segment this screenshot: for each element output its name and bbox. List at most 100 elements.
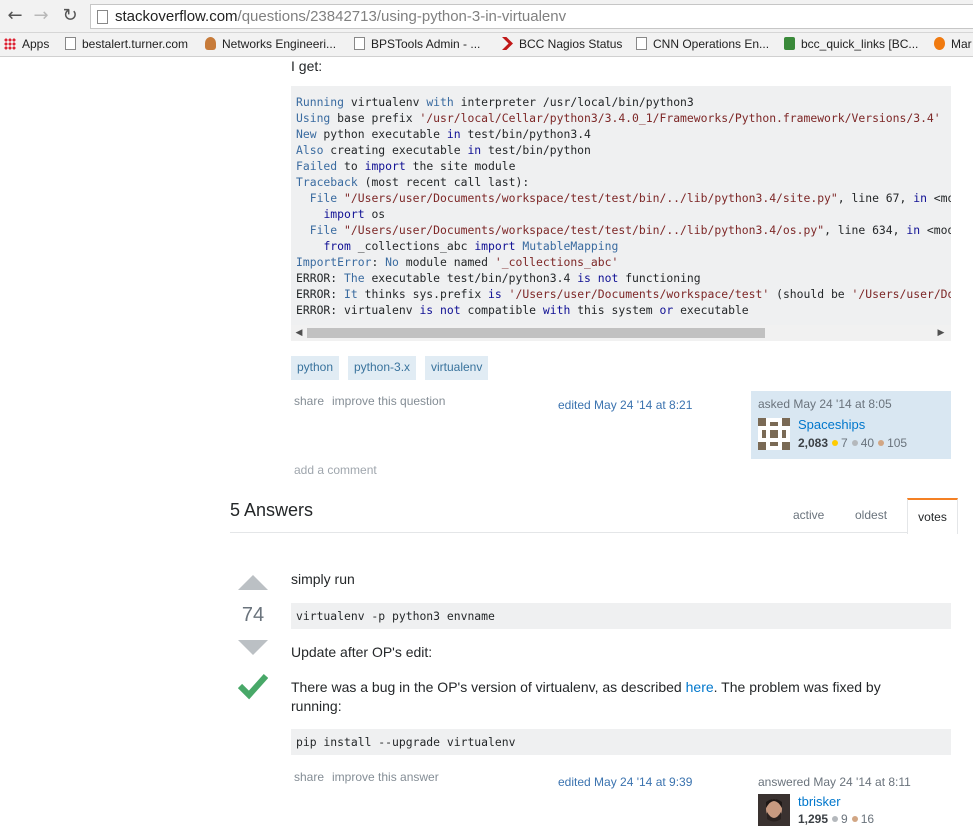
answer-edited-link[interactable]: edited May 24 '14 at 9:39 — [558, 775, 692, 789]
tab-active[interactable]: active — [793, 508, 824, 522]
code-line: ImportError: No module named '_collectio… — [296, 255, 619, 269]
tag-python[interactable]: python — [291, 356, 340, 380]
answerer-user-card: answered May 24 '14 at 8:11 tbrisker 1,2… — [751, 768, 961, 836]
tag-python-3x[interactable]: python-3.x — [348, 356, 417, 380]
answer-text-3-before: There was a bug in the OP's version of v… — [291, 679, 686, 695]
vote-count: 74 — [241, 604, 265, 626]
scrollbar-thumb[interactable] — [307, 328, 765, 338]
scroll-left-icon[interactable]: ◀ — [291, 325, 307, 341]
answer-code-2: pip install --upgrade virtualenv — [291, 729, 951, 755]
code-line: Traceback (most recent call last): — [296, 175, 530, 189]
asker-reputation: 2,083 7 40 105 — [798, 436, 907, 450]
quick-links-icon — [784, 37, 795, 50]
scroll-right-icon[interactable]: ▶ — [933, 325, 949, 341]
answerer-reputation: 1,295 9 16 — [798, 812, 874, 826]
tag-virtualenv[interactable]: virtualenv — [425, 356, 489, 380]
question-text: I get: — [291, 58, 323, 74]
code-line: Running virtualenv with interpreter /usr… — [296, 95, 694, 109]
bookmark-label: Apps — [22, 37, 50, 51]
answer-text-3: There was a bug in the OP's version of v… — [291, 678, 931, 716]
forward-arrow-icon[interactable]: → — [30, 5, 52, 27]
reputation-score: 2,083 — [798, 436, 829, 450]
silver-badge-count: 40 — [860, 436, 875, 450]
answerer-avatar[interactable] — [758, 794, 790, 826]
bookmark-label: bestalert.turner.com — [82, 37, 189, 51]
gold-badge-icon — [832, 440, 839, 447]
bookmark-bpstools[interactable]: BPSTools Admin - ... — [354, 37, 480, 51]
bookmark-nagios[interactable]: BCC Nagios Status — [502, 37, 622, 51]
add-comment-link[interactable]: add a comment — [294, 463, 377, 477]
error-code-block: Running virtualenv with interpreter /usr… — [291, 86, 951, 341]
downvote-arrow-icon[interactable] — [238, 640, 268, 655]
bookmark-quick-links[interactable]: bcc_quick_links [BC... — [784, 37, 918, 51]
bookmark-networks[interactable]: Networks Engineeri... — [205, 37, 336, 51]
bookmark-cnn-ops[interactable]: CNN Operations En... — [636, 37, 769, 51]
improve-question-link[interactable]: improve this question — [332, 394, 445, 408]
asker-avatar[interactable] — [758, 418, 790, 450]
bronze-badge-icon — [878, 440, 885, 447]
url-text: stackoverflow.com/questions/23842713/usi… — [115, 8, 566, 25]
page-content: I get: Running virtualenv with interpret… — [0, 58, 973, 836]
answer-text-2: Update after OP's edit: — [291, 644, 433, 660]
question-edited-link[interactable]: edited May 24 '14 at 8:21 — [558, 398, 692, 412]
code-line: Using base prefix '/usr/local/Cellar/pyt… — [296, 111, 941, 125]
page-icon — [354, 37, 365, 50]
upvote-arrow-icon[interactable] — [238, 575, 268, 590]
tab-votes[interactable]: votes — [907, 498, 958, 534]
code-line: New python executable in test/bin/python… — [296, 127, 591, 141]
silver-badge-icon — [851, 440, 858, 447]
code-line: ERROR: It thinks sys.prefix is '/Users/u… — [296, 287, 951, 301]
here-link[interactable]: here — [686, 679, 714, 695]
answer-code-1: virtualenv -p python3 envname — [291, 603, 951, 629]
code-line: import os — [323, 207, 386, 221]
reputation-score: 1,295 — [798, 812, 829, 826]
code-line: File "/Users/user/Documents/workspace/te… — [309, 223, 951, 237]
code-line: from _collections_abc import MutableMapp… — [323, 239, 619, 253]
code-line: File "/Users/user/Documents/workspace/te… — [309, 191, 951, 205]
bookmark-label: Networks Engineeri... — [222, 37, 337, 51]
back-arrow-icon[interactable]: ← — [4, 5, 26, 27]
code-text: Running virtualenv with interpreter /usr… — [291, 86, 951, 318]
url-host: stackoverflow.com — [115, 8, 238, 25]
bookmarks-bar: Apps bestalert.turner.com Networks Engin… — [0, 33, 973, 57]
code-line: ERROR: virtualenv is not compatible with… — [296, 303, 749, 317]
silver-badge-icon — [832, 816, 839, 823]
answers-header: 5 Answers active oldest votes — [230, 498, 958, 534]
answered-time: answered May 24 '14 at 8:11 — [758, 775, 911, 789]
bookmark-label: bcc_quick_links [BC... — [801, 37, 919, 51]
browser-toolbar: ← → ↻ stackoverflow.com/questions/238427… — [0, 0, 973, 33]
answer-text-1: simply run — [291, 571, 355, 587]
bookmark-label: Mar — [951, 37, 972, 51]
improve-answer-link[interactable]: improve this answer — [332, 770, 439, 784]
tab-oldest[interactable]: oldest — [855, 508, 887, 522]
orange-circle-icon — [934, 37, 945, 50]
bookmark-label: CNN Operations En... — [653, 37, 770, 51]
address-bar[interactable]: stackoverflow.com/questions/23842713/usi… — [90, 4, 973, 29]
bookmark-bestalert[interactable]: bestalert.turner.com — [65, 37, 188, 51]
answerer-username[interactable]: tbrisker — [798, 794, 841, 809]
bronze-badge-count: 105 — [887, 436, 908, 450]
answers-count: 5 Answers — [230, 500, 314, 520]
asker-username[interactable]: Spaceships — [798, 417, 865, 432]
horizontal-scrollbar[interactable]: ◀ ▶ — [291, 325, 951, 341]
share-question-link[interactable]: share — [294, 394, 324, 408]
bookmark-mar[interactable]: Mar — [934, 37, 972, 51]
code-line: Also creating executable in test/bin/pyt… — [296, 143, 591, 157]
page-icon — [636, 37, 647, 50]
page-icon — [65, 37, 76, 50]
url-path: /questions/23842713/using-python-3-in-vi… — [237, 8, 567, 25]
asked-time: asked May 24 '14 at 8:05 — [758, 397, 892, 411]
share-answer-link[interactable]: share — [294, 770, 324, 784]
bronze-badge-icon — [851, 816, 858, 823]
code-line: Failed to import the site module — [296, 159, 516, 173]
bronze-badge-count: 16 — [860, 812, 875, 826]
bookmark-label: BPSTools Admin - ... — [371, 37, 481, 51]
apps-grid-icon — [4, 38, 16, 50]
reload-icon[interactable]: ↻ — [59, 5, 81, 27]
bookmark-apps[interactable]: Apps — [4, 37, 49, 51]
code-line: ERROR: The executable test/bin/python3.4… — [296, 271, 701, 285]
bookmark-label: BCC Nagios Status — [519, 37, 623, 51]
nagios-icon — [502, 37, 513, 50]
asker-user-card: asked May 24 '14 at 8:05 Spaceships 2,08… — [751, 391, 951, 459]
gold-badge-count: 7 — [841, 436, 848, 450]
